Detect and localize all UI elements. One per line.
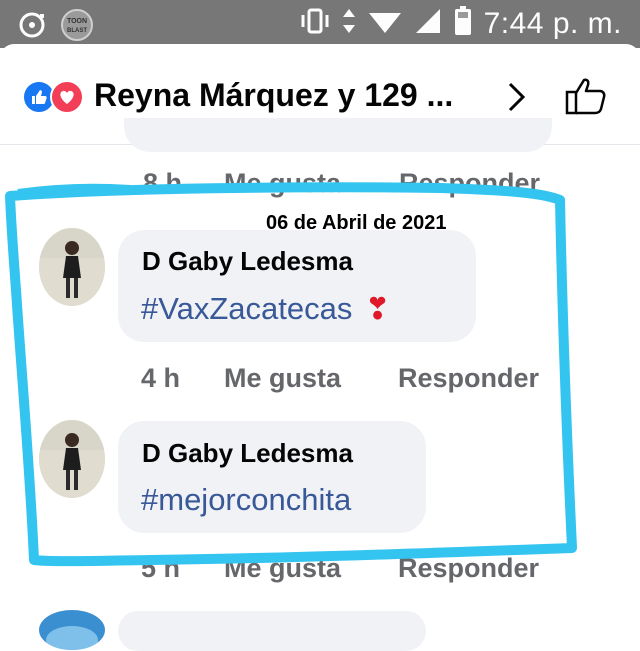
cd-icon (18, 11, 46, 44)
battery-icon (454, 6, 472, 41)
thumbs-up-icon[interactable] (564, 76, 608, 121)
reaction-summary[interactable] (22, 80, 84, 114)
reply-link[interactable]: Responder (398, 363, 539, 394)
clock: 7:44 p. m. (483, 6, 622, 40)
data-arrows-icon (342, 7, 356, 40)
comment-author[interactable]: D Gaby Ledesma (142, 246, 353, 277)
like-link[interactable]: Me gusta (224, 168, 341, 199)
reply-link[interactable]: Responder (398, 553, 539, 584)
comment-text[interactable]: #VaxZacatecas ❣ (141, 291, 390, 327)
date-annotation: 06 de Abril de 2021 (266, 212, 447, 234)
chevron-right-icon[interactable] (504, 80, 528, 119)
svg-text:BLAST: BLAST (67, 28, 87, 34)
reply-link[interactable]: Responder (399, 168, 540, 199)
comment-time: 4 h (141, 363, 181, 393)
status-bar: TOON BLAST 7:44 p. m. (0, 0, 640, 48)
hashtag-link[interactable]: #mejorconchita (141, 482, 351, 518)
comment-time: 5 h (141, 553, 181, 583)
hashtag-link[interactable]: #VaxZacatecas (141, 291, 352, 326)
status-right: 7:44 p. m. (300, 6, 622, 41)
status-left: TOON BLAST (18, 8, 94, 47)
wifi-icon (368, 7, 402, 40)
heart-exclamation-emoji: ❣ (365, 293, 391, 326)
previous-comment-bubble (124, 118, 552, 152)
reactors-title[interactable]: Reyna Márquez y 129 ... (94, 77, 453, 114)
avatar[interactable] (39, 610, 105, 650)
like-link[interactable]: Me gusta (224, 363, 341, 394)
avatar[interactable] (39, 228, 105, 306)
signal-icon (414, 7, 442, 40)
toon-blast-icon: TOON BLAST (60, 8, 94, 47)
like-link[interactable]: Me gusta (224, 553, 341, 584)
comment-bubble[interactable] (118, 611, 426, 651)
svg-text:TOON: TOON (67, 18, 87, 25)
avatar[interactable] (39, 420, 105, 498)
comment-author[interactable]: D Gaby Ledesma (142, 438, 353, 469)
comment-time: 8 h (143, 168, 183, 198)
love-icon (50, 80, 84, 114)
vibrate-icon (300, 7, 330, 40)
